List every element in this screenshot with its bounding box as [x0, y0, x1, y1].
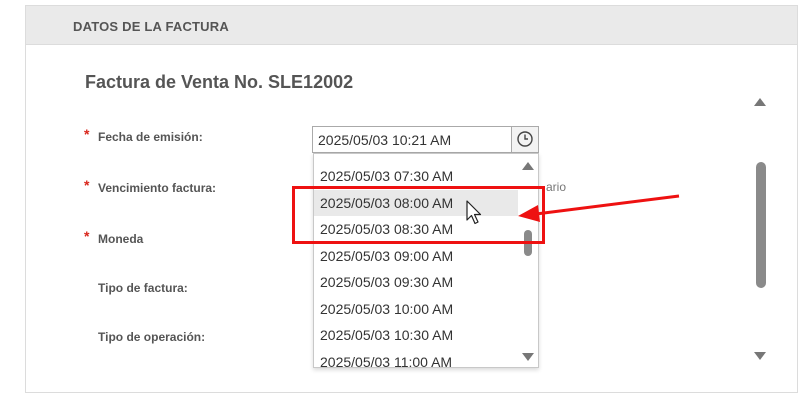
fecha-emision-input[interactable]: 2025/05/03 10:21 AM [312, 126, 539, 153]
time-option[interactable]: 2025/05/03 10:00 AM [314, 296, 518, 323]
panel-scrollbar[interactable] [750, 92, 772, 364]
label-fecha-emision: Fecha de emisión: [98, 130, 203, 144]
vencimiento-hint-text: ario [546, 180, 567, 194]
panel-header-title: DATOS DE LA FACTURA [73, 19, 229, 34]
annotation-highlight-box [292, 186, 545, 244]
scroll-down-arrow-icon[interactable] [754, 352, 766, 360]
time-option[interactable]: 2025/05/03 09:00 AM [314, 243, 518, 270]
label-vencimiento-factura: Vencimiento factura: [98, 181, 217, 195]
label-tipo-factura: Tipo de factura: [98, 281, 188, 295]
mouse-cursor-icon [466, 200, 482, 225]
time-option[interactable]: 2025/05/03 10:30 AM [314, 322, 518, 349]
scroll-down-arrow-icon[interactable] [522, 353, 534, 361]
required-mark: * [84, 126, 90, 142]
panel-scroll-thumb[interactable] [756, 162, 766, 288]
label-tipo-operacion: Tipo de operación: [98, 330, 206, 344]
required-mark: * [84, 177, 90, 193]
fecha-emision-value: 2025/05/03 10:21 AM [318, 132, 452, 148]
scroll-up-arrow-icon[interactable] [522, 162, 534, 170]
time-option[interactable]: 2025/05/03 11:00 AM [314, 349, 518, 368]
panel-header: DATOS DE LA FACTURA [26, 6, 797, 45]
required-mark: * [84, 228, 90, 244]
time-picker-button[interactable] [511, 127, 538, 152]
clock-icon [517, 131, 533, 147]
invoice-title: Factura de Venta No. SLE12002 [85, 72, 354, 92]
scroll-up-arrow-icon[interactable] [754, 98, 766, 106]
time-option[interactable]: 2025/05/03 09:30 AM [314, 269, 518, 296]
label-moneda: Moneda [98, 232, 144, 246]
